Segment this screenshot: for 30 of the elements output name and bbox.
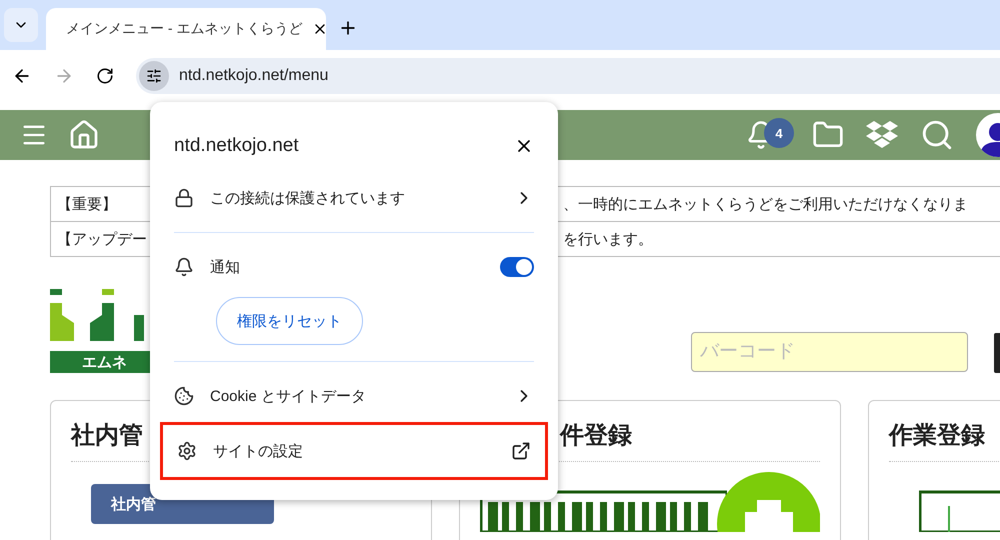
home-icon[interactable] (68, 119, 100, 151)
highlighted-menu-item[interactable]: サイトの設定 (160, 422, 548, 480)
notice-text: を行います。 (563, 230, 653, 248)
site-info-button[interactable] (139, 61, 169, 91)
notification-count: 4 (764, 118, 794, 148)
toggle-switch[interactable] (500, 257, 534, 277)
notice-text: 、一時的にエムネットくらうどをご利用いただけなくなりま (563, 194, 968, 214)
boxes-icon[interactable] (866, 121, 898, 149)
menu-item[interactable]: この接続は保護されています (174, 172, 534, 224)
external-link-icon (511, 441, 531, 461)
add-icon (717, 472, 820, 532)
lock-icon (174, 188, 194, 208)
search-icon[interactable] (920, 118, 954, 152)
reset-button[interactable]: 権限をリセット (216, 297, 363, 345)
setting-label: 通知 (210, 258, 241, 276)
address-bar-url[interactable]: ntd.netkojo.net/menu (179, 67, 328, 85)
bell-icon (174, 257, 194, 277)
menu-item[interactable]: Cookie とサイトデータ (174, 370, 534, 422)
reload-button[interactable] (96, 67, 114, 85)
card-title: 作業登録 (889, 419, 1000, 462)
notice-label: 【アップデー (57, 230, 147, 248)
cookie-icon (174, 386, 194, 406)
settings-icon (177, 441, 197, 461)
browser-tab[interactable]: メインメニュー - エムネットくらうど (46, 8, 326, 50)
notice-label: 【重要】 (57, 196, 117, 212)
logo-caption: エムネ (50, 351, 150, 373)
tab-title: メインメニュー - エムネットくらうど (66, 20, 302, 38)
barcode-field[interactable]: バーコード (691, 332, 968, 372)
popup-site-name: ntd.netkojo.net (174, 135, 299, 157)
sliders-icon (146, 68, 162, 84)
